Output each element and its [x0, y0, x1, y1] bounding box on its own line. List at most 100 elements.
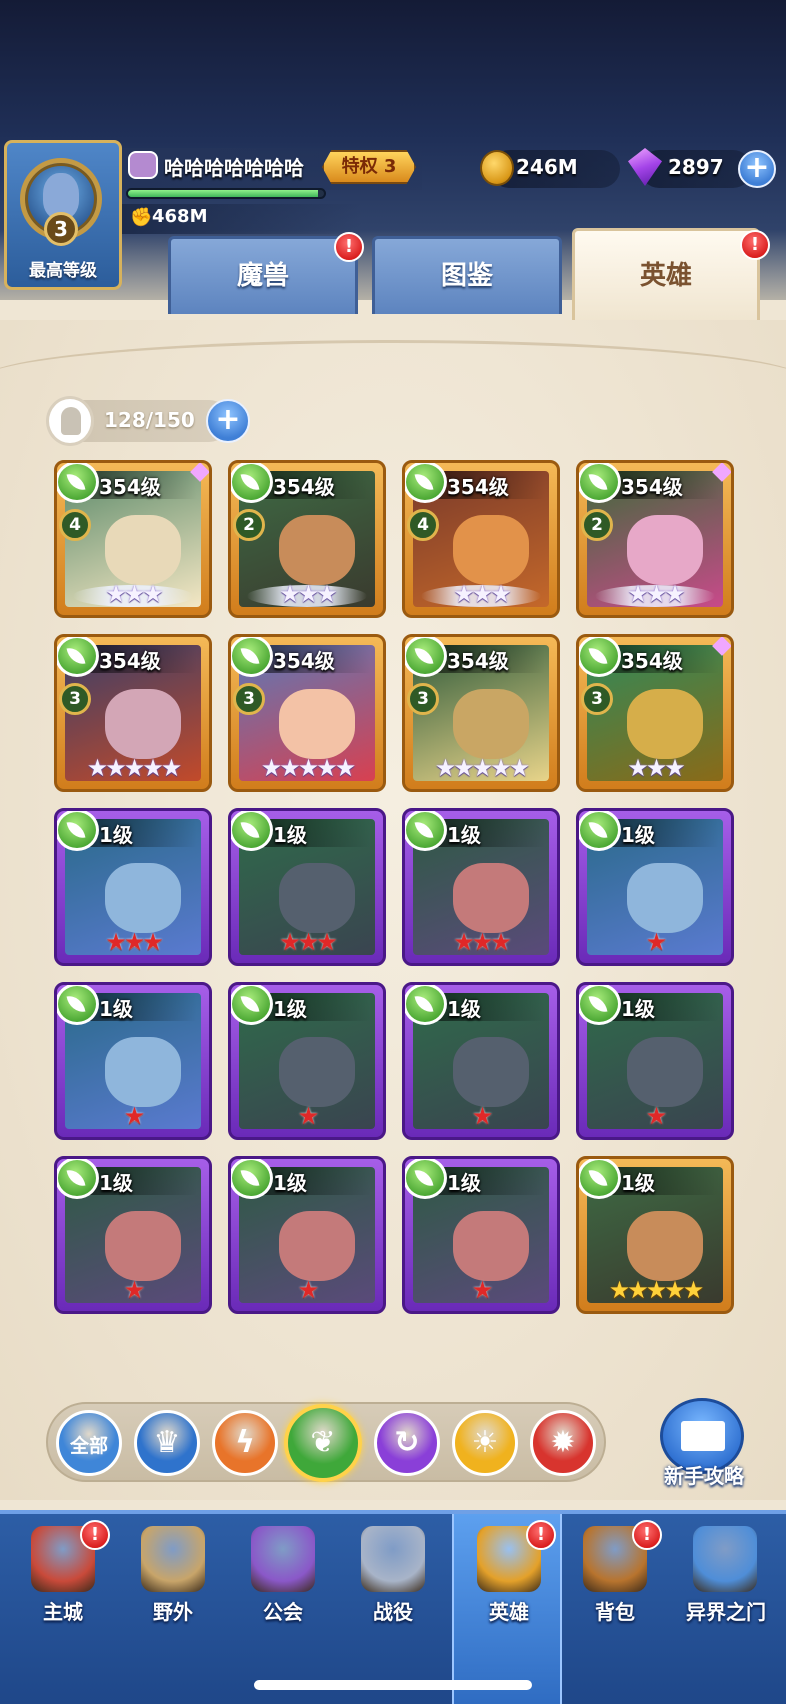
filter-arcane-button[interactable]: ↻ [374, 1410, 440, 1476]
hero-face [627, 1037, 703, 1107]
nav-item-6[interactable]: 异界之门 [670, 1514, 782, 1704]
hero-star-rating: ★★★ [105, 928, 164, 956]
hero-card[interactable]: 354级 3 ★★★ [576, 634, 734, 792]
nature-faction-icon [579, 985, 621, 1025]
filter-light-button[interactable]: ☀ [452, 1410, 518, 1476]
hero-level: 1级 [447, 997, 481, 1021]
hero-level: 1级 [447, 823, 481, 847]
nav-label: 背包 [595, 1600, 635, 1624]
hero-face [105, 689, 181, 759]
hero-star-rating: ★★★ [279, 928, 338, 956]
hero-card[interactable]: 1级 ★ [576, 982, 734, 1140]
crossed-swords-icon [361, 1526, 425, 1592]
nature-faction-icon [579, 811, 621, 851]
hero-rank-badge: 3 [581, 683, 613, 715]
hero-card[interactable]: 354级 3 ★★★★★ [228, 634, 386, 792]
hero-rank-badge: 4 [407, 509, 439, 541]
hero-star-rating: ★★★★★ [434, 754, 531, 782]
hero-star-rating: ★ [297, 1276, 320, 1304]
hero-star-rating: ★★★ [453, 928, 512, 956]
nature-faction-icon [231, 637, 273, 677]
hero-star-rating: ★★★★★ [86, 754, 183, 782]
notification-badge: ! [334, 232, 364, 262]
hero-card[interactable]: 1级 ★ [402, 982, 560, 1140]
home-indicator[interactable] [254, 1680, 532, 1690]
hero-card[interactable]: 1级 ★ [402, 1156, 560, 1314]
nav-item-2[interactable]: 公会 [228, 1514, 338, 1704]
hero-level: 354级 [99, 649, 161, 673]
tab-0[interactable]: 魔兽 [168, 236, 358, 314]
hero-card[interactable]: 1级 ★ [576, 808, 734, 966]
tab-1[interactable]: 图鉴 [372, 236, 562, 314]
nav-item-4[interactable]: 英雄! [452, 1514, 562, 1704]
hero-star-rating: ★ [471, 1102, 494, 1130]
hero-level: 354级 [621, 649, 683, 673]
hero-face [279, 863, 355, 933]
hero-card[interactable]: 354级 2 ★★★ [576, 460, 734, 618]
hero-level: 354级 [99, 475, 161, 499]
crown-icon: ♛ [153, 1425, 181, 1460]
hero-card[interactable]: 354级 4 ★★★ [54, 460, 212, 618]
hero-star-rating: ★★★★★ [260, 754, 357, 782]
hero-star-rating: ★ [645, 928, 668, 956]
nav-label: 战役 [373, 1600, 413, 1624]
nature-faction-icon [405, 985, 447, 1025]
nav-item-5[interactable]: 背包! [560, 1514, 670, 1704]
notification-badge: ! [80, 1520, 110, 1550]
nature-faction-icon [57, 637, 99, 677]
hero-card[interactable]: 1级 ★ [54, 982, 212, 1140]
filter-fire-button[interactable]: ✹ [530, 1410, 596, 1476]
hero-card[interactable]: 354级 3 ★★★★★ [54, 634, 212, 792]
hero-card[interactable]: 354级 2 ★★★ [228, 460, 386, 618]
hero-face [105, 863, 181, 933]
filter-crown-button[interactable]: ♛ [134, 1410, 200, 1476]
hero-face [627, 1211, 703, 1281]
experience-bar-fill [128, 190, 319, 197]
nav-item-1[interactable]: 野外 [118, 1514, 228, 1704]
nav-item-0[interactable]: 主城! [8, 1514, 118, 1704]
filter-all-button[interactable]: 全部 [56, 1410, 122, 1476]
nature-faction-icon [231, 985, 273, 1025]
hero-level: 1级 [273, 823, 307, 847]
hero-face [279, 1211, 355, 1281]
hero-card[interactable]: 1级 ★★★★★ [576, 1156, 734, 1314]
hero-card[interactable]: 1级 ★★★ [54, 808, 212, 966]
tab-2[interactable]: 英雄 [572, 228, 760, 328]
nav-item-3[interactable]: 战役 [338, 1514, 448, 1704]
nature-faction-icon [579, 637, 621, 677]
experience-bar [126, 188, 326, 199]
tab-label: 英雄 [639, 261, 692, 291]
filter-beast-button[interactable]: ϟ [212, 1410, 278, 1476]
hooded-figure-icon [46, 396, 94, 446]
hero-card[interactable]: 1级 ★ [228, 982, 386, 1140]
hero-face [105, 1037, 181, 1107]
hero-card[interactable]: 1级 ★ [228, 1156, 386, 1314]
hero-star-rating: ★★★ [105, 580, 164, 608]
hero-level: 354级 [273, 475, 335, 499]
arcane-icon: ↻ [394, 1425, 420, 1460]
fist-icon: ✊ [130, 207, 153, 228]
add-gems-button[interactable]: + [738, 150, 776, 188]
hero-star-rating: ★★★★★ [608, 1276, 705, 1304]
hero-level: 1级 [621, 823, 655, 847]
hero-card[interactable]: 1级 ★★★ [402, 808, 560, 966]
nature-faction-icon [57, 811, 99, 851]
hero-face [453, 515, 529, 585]
hero-face [279, 689, 355, 759]
expand-capacity-button[interactable]: + [206, 399, 250, 443]
hero-card[interactable]: 354级 4 ★★★ [402, 460, 560, 618]
hero-face [453, 1211, 529, 1281]
hero-face [627, 515, 703, 585]
hero-card[interactable]: 354级 3 ★★★★★ [402, 634, 560, 792]
hero-star-rating: ★ [123, 1102, 146, 1130]
hero-card[interactable]: 1级 ★ [54, 1156, 212, 1314]
nature-faction-icon [405, 637, 447, 677]
hero-card[interactable]: 1级 ★★★ [228, 808, 386, 966]
filter-nature-button[interactable]: ❦ [284, 1404, 362, 1482]
notification-badge: ! [632, 1520, 662, 1550]
vip-privilege-badge[interactable]: 特权 3 [322, 150, 416, 184]
nature-faction-icon [57, 1159, 99, 1199]
gold-coin-icon [480, 150, 514, 186]
nature-faction-icon [57, 985, 99, 1025]
nav-label: 英雄 [489, 1600, 529, 1624]
